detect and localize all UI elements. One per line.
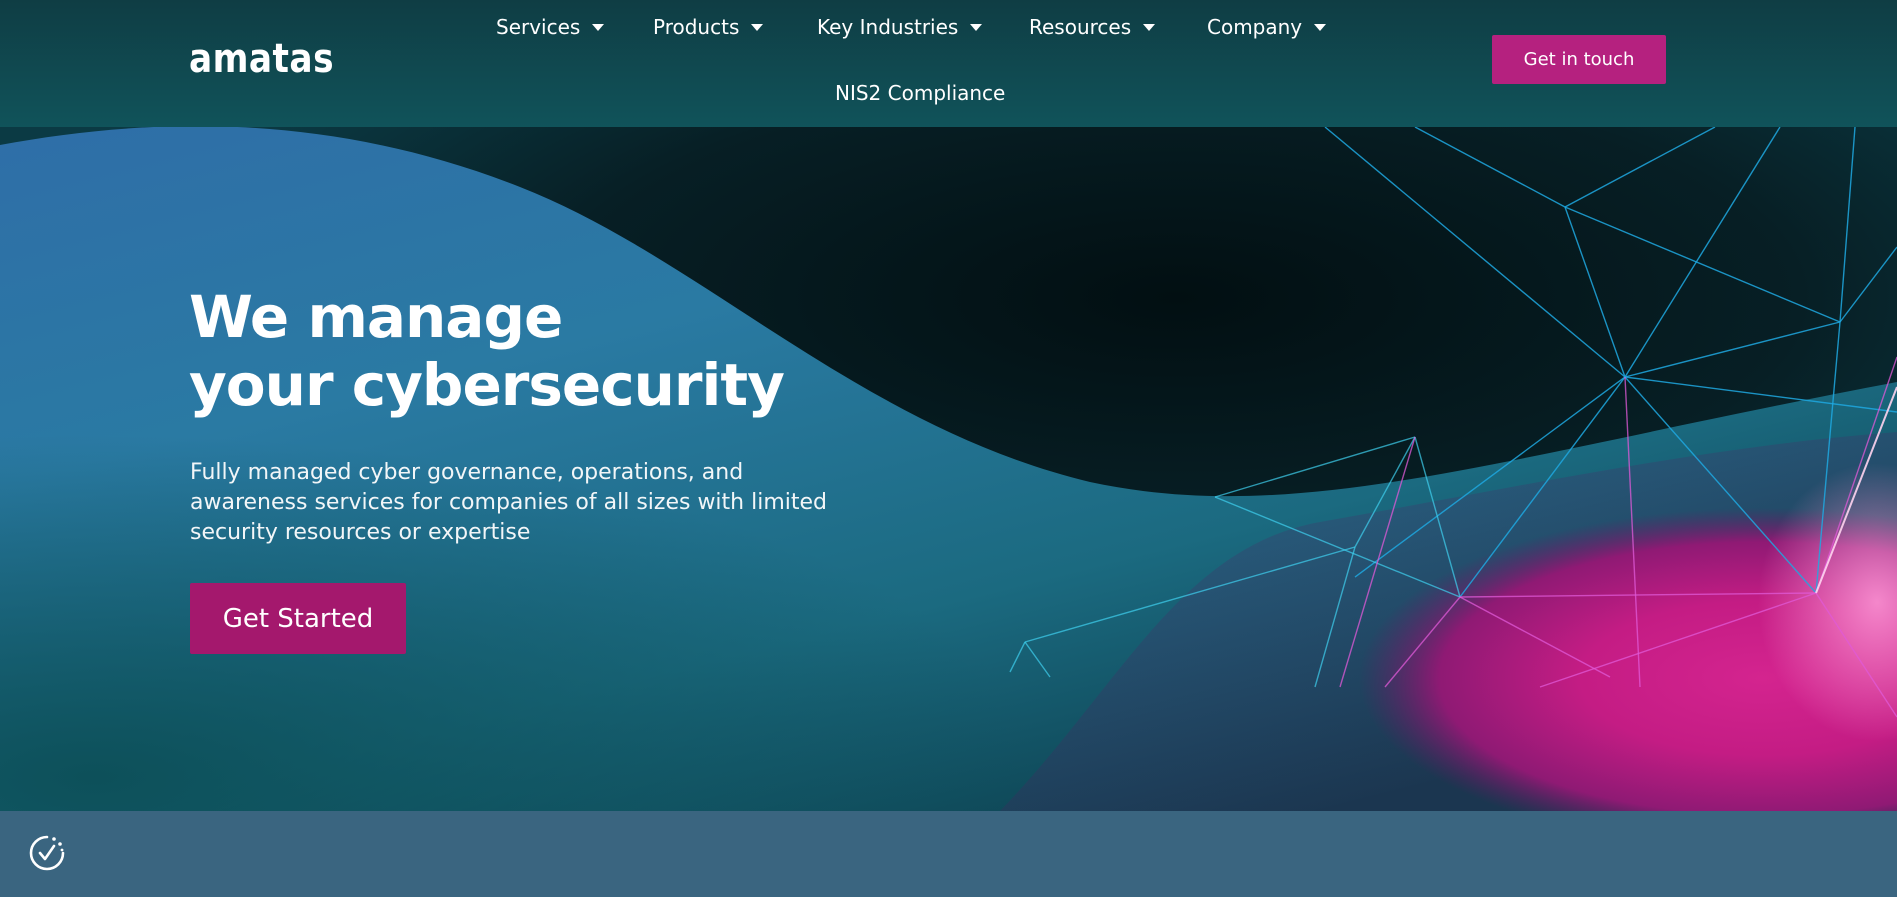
nav-item-nis2-compliance[interactable]: NIS2 Compliance: [835, 78, 1005, 108]
nav-item-resources[interactable]: Resources: [1029, 12, 1156, 42]
chevron-down-icon: [1314, 23, 1327, 31]
hero-section: We manage your cybersecurity Fully manag…: [0, 127, 1897, 811]
hero-title-line: We manage: [189, 283, 563, 351]
hero-title: We manage your cybersecurity: [189, 283, 785, 419]
nav-item-services[interactable]: Services: [496, 12, 605, 42]
chevron-down-icon: [592, 23, 605, 31]
nav-item-key-industries[interactable]: Key Industries: [817, 12, 983, 42]
chevron-down-icon: [970, 23, 983, 31]
nav-item-products[interactable]: Products: [653, 12, 764, 42]
cookie-consent-check-icon[interactable]: [28, 834, 66, 872]
hero-subtitle-line: Fully managed cyber governance, operatio…: [190, 460, 744, 485]
nav-label: Products: [653, 15, 740, 39]
hero-subtitle-line: security resources or expertise: [190, 520, 531, 545]
nav-label: Key Industries: [817, 15, 959, 39]
bottom-bar: [0, 811, 1897, 897]
nav-label: Services: [496, 15, 581, 39]
nav-item-company[interactable]: Company: [1207, 12, 1327, 42]
nav-label: Company: [1207, 15, 1303, 39]
site-header: amatas Services Products Key Industries …: [0, 0, 1897, 127]
hero-subtitle: Fully managed cyber governance, operatio…: [190, 458, 870, 548]
amatas-logo[interactable]: amatas: [189, 36, 334, 82]
chevron-down-icon: [1143, 23, 1156, 31]
get-in-touch-button[interactable]: Get in touch: [1492, 35, 1666, 84]
hero-subtitle-line: awareness services for companies of all …: [190, 490, 828, 515]
nav-label: NIS2 Compliance: [835, 81, 1006, 105]
hero-title-line: your cybersecurity: [189, 351, 785, 419]
get-started-button[interactable]: Get Started: [190, 583, 406, 654]
nav-label: Resources: [1029, 15, 1132, 39]
chevron-down-icon: [751, 23, 764, 31]
